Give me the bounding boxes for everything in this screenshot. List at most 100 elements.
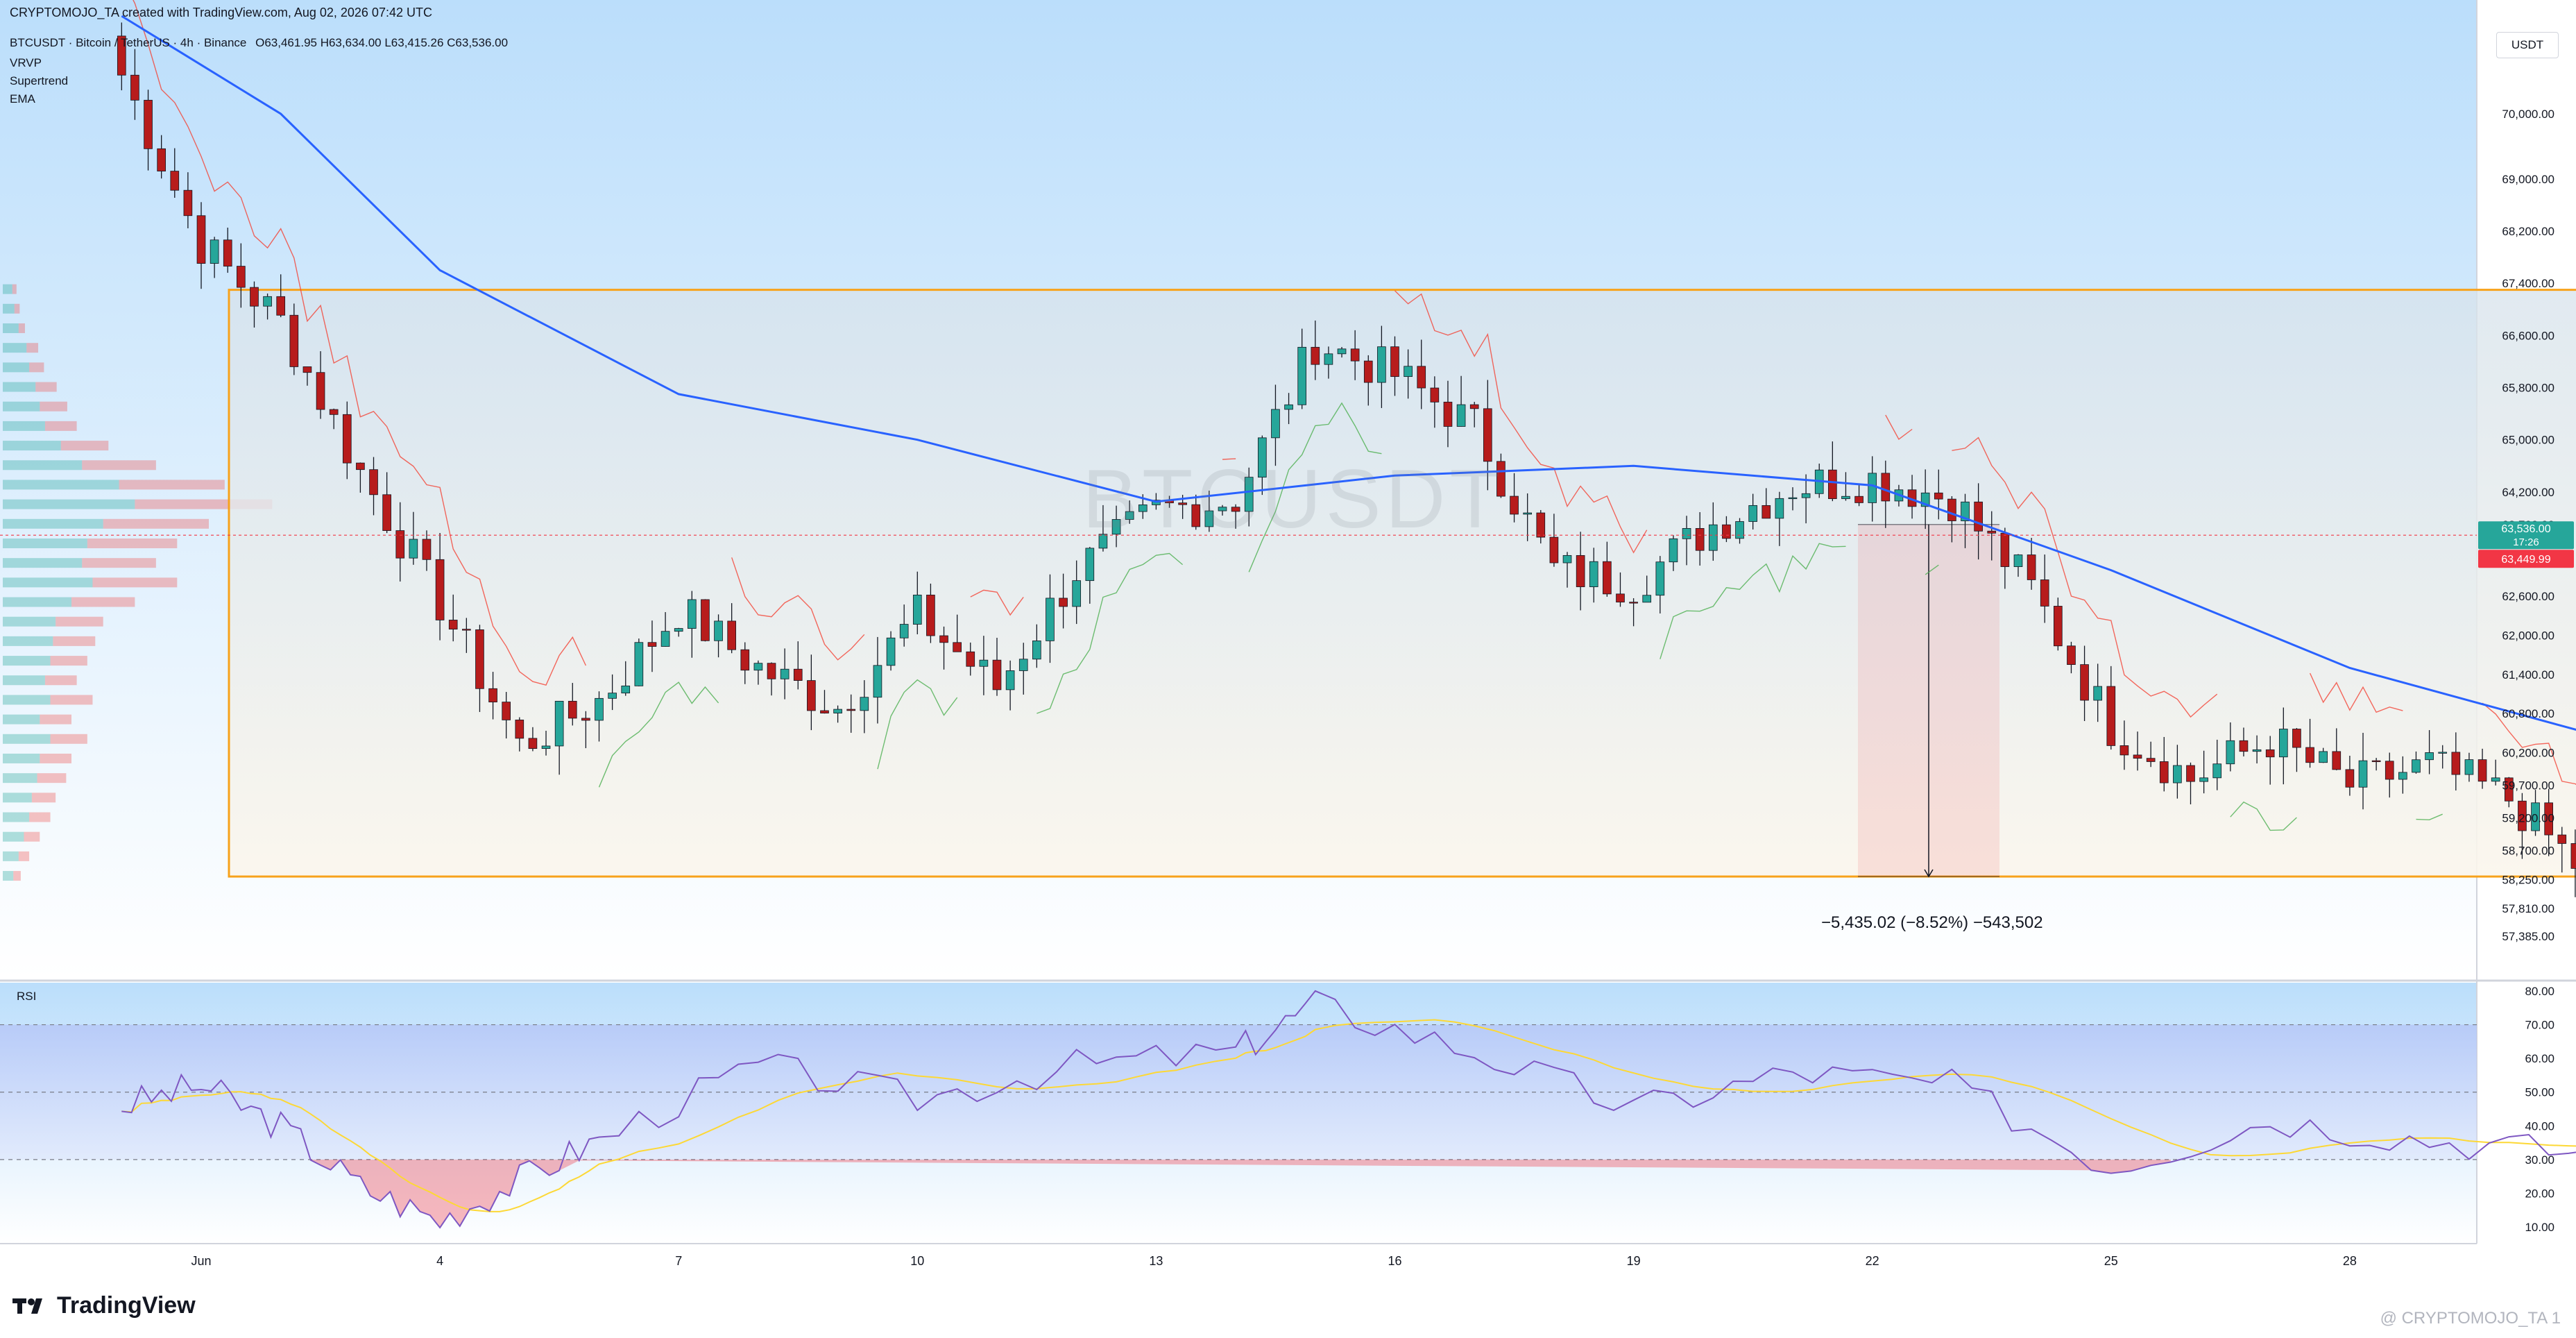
candle-body bbox=[1629, 602, 1638, 604]
candle-body bbox=[2080, 664, 2089, 701]
candle-body bbox=[1311, 346, 1320, 365]
candle-body bbox=[1018, 659, 1028, 671]
candle-body bbox=[541, 745, 551, 750]
time-tick: 13 bbox=[1149, 1254, 1163, 1268]
candle-body bbox=[992, 659, 1002, 691]
candle-body bbox=[1350, 348, 1360, 362]
candle-body bbox=[687, 599, 697, 629]
candle-body bbox=[1616, 593, 1625, 603]
candle-body bbox=[263, 296, 272, 307]
candle-body bbox=[302, 366, 312, 373]
vp-bar-down bbox=[18, 323, 25, 333]
candle-body bbox=[2319, 751, 2328, 763]
candle-body bbox=[1642, 595, 1652, 603]
price-tick: 62,600.00 bbox=[2502, 590, 2554, 603]
vp-bar-down bbox=[18, 851, 30, 861]
tradingview-logo[interactable]: TradingView bbox=[12, 1292, 196, 1319]
candle-body bbox=[2412, 759, 2421, 773]
candle-body bbox=[196, 215, 206, 264]
indicator-ema[interactable]: EMA bbox=[10, 90, 68, 108]
rsi-tick: 20.00 bbox=[2525, 1187, 2554, 1200]
candle-body bbox=[2491, 777, 2500, 782]
candle-body bbox=[2252, 749, 2262, 752]
candle-body bbox=[2106, 686, 2116, 746]
rsi-tick: 30.00 bbox=[2525, 1153, 2554, 1167]
price-tick: 60,200.00 bbox=[2502, 747, 2554, 760]
candle-body bbox=[873, 665, 882, 698]
candle-body bbox=[409, 539, 418, 559]
vp-bar-up bbox=[3, 303, 15, 314]
price-tick: 65,800.00 bbox=[2502, 382, 2554, 395]
vp-bar-down bbox=[29, 812, 51, 822]
candle-body bbox=[382, 494, 391, 531]
candle-body bbox=[1934, 492, 1943, 500]
vp-bar-up bbox=[3, 499, 135, 509]
candle-body bbox=[2133, 754, 2142, 759]
rsi-tick: 10.00 bbox=[2525, 1221, 2554, 1234]
price-tick: 58,250.00 bbox=[2502, 874, 2554, 887]
candle-body bbox=[1735, 521, 1744, 539]
candle-body bbox=[1284, 404, 1293, 410]
candle-body bbox=[2451, 752, 2461, 775]
candle-body bbox=[1695, 528, 1705, 551]
candle-body bbox=[1005, 670, 1015, 691]
vp-bar-down bbox=[71, 597, 135, 607]
candle-body bbox=[1059, 598, 1068, 607]
candle-body bbox=[1404, 366, 1413, 378]
candle-body bbox=[1072, 580, 1082, 607]
candle-body bbox=[144, 99, 153, 149]
price-tick: 58,700.00 bbox=[2502, 844, 2554, 857]
indicator-vrvp[interactable]: VRVP bbox=[10, 54, 68, 72]
vp-bar-up bbox=[3, 636, 53, 646]
candle-body bbox=[1337, 348, 1347, 355]
vp-bar-up bbox=[3, 753, 40, 763]
candle-body bbox=[2557, 834, 2567, 844]
candle-body bbox=[621, 685, 631, 694]
rsi-label[interactable]: RSI bbox=[17, 990, 36, 1004]
candle-body bbox=[1562, 554, 1572, 564]
candle-body bbox=[130, 74, 139, 101]
vp-bar-up bbox=[3, 401, 40, 412]
time-tick: 28 bbox=[2343, 1254, 2357, 1268]
candle-body bbox=[953, 642, 962, 652]
measure-zone[interactable] bbox=[1858, 524, 1999, 878]
vp-bar-up bbox=[3, 793, 32, 803]
vp-bar-down bbox=[60, 441, 109, 451]
symbol-line[interactable]: BTCUSDT · Bitcoin / TetherUS · 4h · Bina… bbox=[10, 36, 246, 49]
candle-body bbox=[1708, 524, 1718, 551]
candle-body bbox=[2159, 761, 2169, 784]
vp-bar-down bbox=[44, 421, 77, 431]
candle-body bbox=[568, 700, 577, 719]
vp-bar-down bbox=[31, 793, 56, 803]
candle-body bbox=[356, 462, 365, 471]
candle-body bbox=[170, 171, 180, 191]
indicator-supertrend[interactable]: Supertrend bbox=[10, 72, 68, 90]
rsi-tick: 80.00 bbox=[2525, 985, 2554, 998]
vp-bar-down bbox=[92, 577, 178, 588]
time-tick: 19 bbox=[1627, 1254, 1641, 1268]
currency-button[interactable]: USDT bbox=[2496, 32, 2559, 58]
candle-body bbox=[595, 697, 604, 721]
vp-bar-down bbox=[14, 303, 20, 314]
candle-body bbox=[395, 530, 405, 559]
range-box[interactable] bbox=[228, 289, 2576, 878]
vp-bar-up bbox=[3, 597, 71, 607]
candle-body bbox=[250, 287, 259, 307]
vp-bar-up bbox=[3, 382, 36, 392]
candle-body bbox=[714, 620, 723, 641]
vp-bar-down bbox=[50, 695, 93, 705]
candle-body bbox=[448, 620, 458, 630]
candle-body bbox=[1762, 505, 1771, 519]
candle-body bbox=[1430, 387, 1440, 403]
time-tick: 22 bbox=[1866, 1254, 1879, 1268]
vp-bar-up bbox=[3, 538, 87, 548]
candle-body bbox=[647, 642, 657, 647]
vp-bar-up bbox=[3, 460, 83, 471]
candle-body bbox=[780, 668, 790, 679]
chart-canvas[interactable]: 70,000.00 69,000.00 68,200.00 67,400.00 66,6… bbox=[0, 0, 2576, 1338]
rsi-band bbox=[0, 1024, 2477, 1160]
candle-body bbox=[1469, 404, 1479, 409]
candle-body bbox=[634, 642, 644, 686]
vp-bar-down bbox=[37, 773, 67, 784]
candle-body bbox=[488, 688, 497, 703]
